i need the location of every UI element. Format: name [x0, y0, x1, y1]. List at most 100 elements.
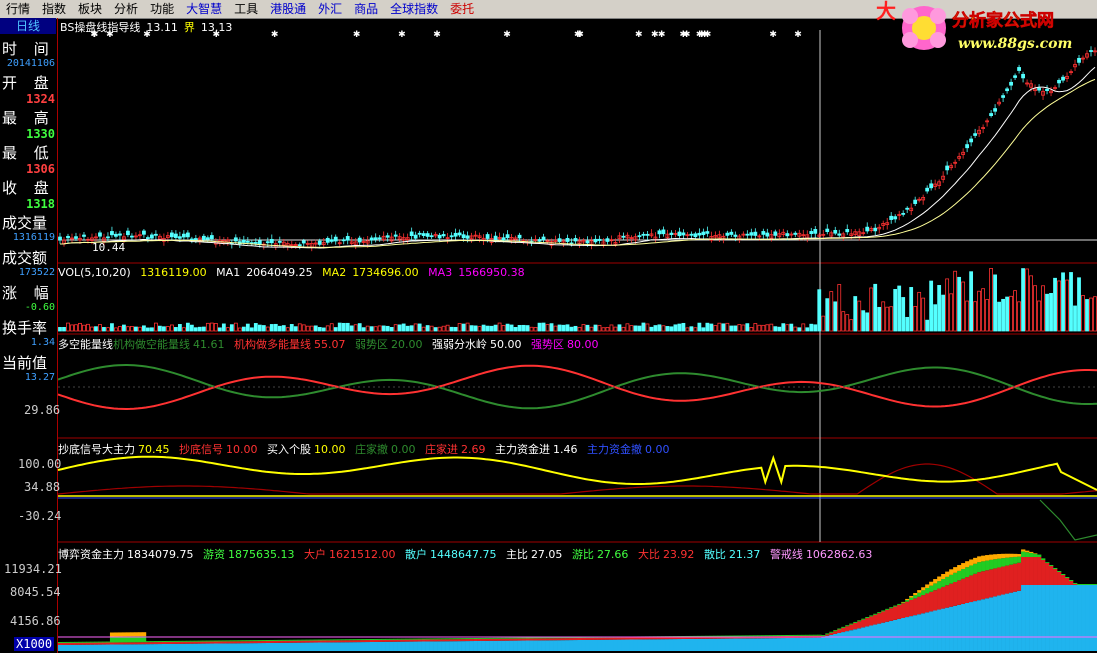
hot-money-fund-bar	[161, 641, 167, 642]
retail-fund-bar	[205, 643, 211, 651]
retail-fund-bar	[169, 643, 175, 651]
volume-bar	[705, 322, 710, 332]
retail-fund-bar	[1009, 592, 1014, 651]
retail-fund-bar	[189, 643, 195, 651]
volume-bar	[154, 322, 158, 332]
volume-bar	[173, 327, 178, 332]
candle	[929, 183, 934, 189]
volume-bar	[677, 323, 682, 332]
volume-bar	[401, 323, 406, 332]
hot-money-fund-bar	[309, 639, 315, 641]
candle	[185, 232, 190, 238]
large-holder-fund-bar	[577, 638, 582, 640]
large-holder-fund-bar	[1001, 566, 1006, 595]
large-holder-fund-bar	[865, 618, 870, 627]
retail-fund-bar	[525, 640, 530, 651]
volume-bar	[873, 283, 878, 332]
retail-fund-bar	[669, 639, 674, 651]
large-holder-fund-bar	[597, 637, 602, 640]
volume-bar	[729, 325, 734, 332]
hot-money-fund-bar	[105, 641, 111, 643]
large-holder-fund-bar	[117, 642, 123, 645]
large-holder-fund-bar	[257, 641, 263, 644]
hot-money-fund-bar	[1001, 558, 1006, 567]
retail-fund-bar	[101, 644, 107, 651]
fund-unit-badge: X1000	[14, 637, 55, 651]
retail-fund-bar	[617, 639, 622, 651]
volume-bar	[377, 325, 382, 332]
hot-money-fund-bar	[249, 640, 255, 642]
hot-money-fund-bar	[217, 640, 223, 642]
hot-money-fund-bar	[861, 618, 866, 620]
large-holder-fund-bar	[285, 640, 291, 643]
signal-star-marker: ✱	[398, 30, 406, 40]
volume-bar	[829, 291, 834, 332]
moving-average-line	[59, 66, 1096, 249]
main-force-fund-bar	[977, 556, 982, 563]
retail-fund-bar	[309, 642, 315, 651]
retail-fund-bar	[889, 620, 894, 651]
candle	[973, 133, 978, 136]
retail-fund-bar	[409, 641, 414, 651]
main-force-fund-bar	[1033, 553, 1038, 554]
retail-fund-bar	[61, 644, 67, 651]
hot-money-fund-bar	[1033, 553, 1038, 557]
hot-money-fund-bar	[745, 635, 750, 637]
signal-star-marker: ✱	[576, 30, 584, 40]
large-holder-fund-bar	[889, 608, 894, 621]
retail-fund-bar	[389, 641, 394, 651]
hot-money-fund-bar	[361, 639, 367, 641]
candle	[773, 231, 778, 236]
retail-fund-bar	[957, 604, 962, 651]
retail-fund-bar	[133, 644, 139, 651]
retail-fund-bar	[997, 595, 1002, 651]
candle	[725, 232, 730, 236]
hot-money-fund-bar	[365, 639, 370, 641]
volume-bar	[473, 325, 478, 332]
volume-bar	[189, 324, 194, 332]
main-force-fund-bar	[945, 571, 950, 577]
retail-fund-bar	[1001, 594, 1006, 651]
hot-money-fund-bar	[173, 640, 179, 642]
candle	[177, 236, 182, 239]
large-holder-fund-bar	[877, 613, 882, 624]
large-holder-fund-bar	[1033, 557, 1038, 585]
retail-fund-bar	[129, 644, 135, 651]
large-holder-fund-bar	[373, 639, 378, 642]
retail-fund-bar	[369, 642, 374, 651]
candle	[421, 233, 426, 236]
large-holder-fund-bar	[557, 638, 562, 641]
hot-money-fund-bar	[169, 640, 175, 642]
large-holder-fund-bar	[445, 639, 450, 642]
candle	[573, 238, 578, 242]
large-holder-fund-bar	[65, 642, 71, 645]
volume-bar	[305, 325, 310, 332]
retail-fund-bar	[785, 638, 790, 651]
candle	[253, 242, 258, 244]
large-holder-fund-bar	[265, 641, 271, 643]
hot-money-fund-bar	[949, 574, 954, 584]
hot-money-fund-bar	[993, 559, 998, 569]
large-holder-fund-bar	[917, 596, 922, 615]
retail-fund-bar	[261, 643, 267, 651]
large-holder-fund-bar	[501, 638, 506, 641]
candle	[205, 237, 210, 240]
hot-money-fund-bar	[209, 640, 215, 642]
volume-bar	[637, 325, 642, 332]
retail-fund-bar	[58, 645, 63, 651]
retail-fund-bar	[613, 639, 618, 651]
volume-bar	[94, 326, 98, 332]
volume-bar	[837, 284, 842, 332]
candle	[110, 231, 114, 236]
large-holder-fund-bar	[365, 640, 370, 643]
volume-bar	[805, 327, 810, 332]
main-force-fund-bar	[905, 598, 910, 601]
large-holder-fund-bar	[1029, 557, 1034, 585]
hot-money-fund-bar	[517, 637, 522, 639]
retail-fund-bar	[585, 639, 590, 651]
retail-fund-bar	[413, 641, 418, 651]
volume-bar	[513, 327, 518, 332]
retail-fund-bar	[521, 640, 526, 651]
volume-bar	[893, 289, 898, 332]
candle	[142, 230, 146, 235]
